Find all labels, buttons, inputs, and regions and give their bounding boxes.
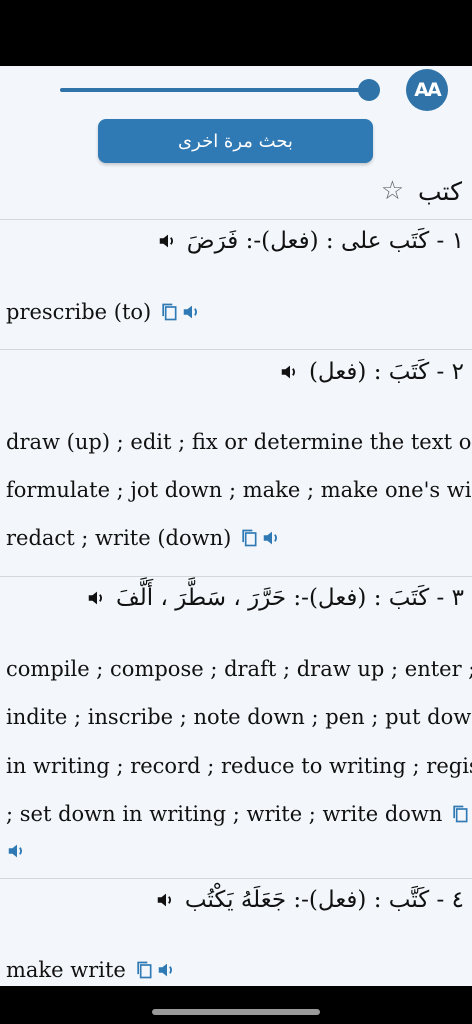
speaker-icon[interactable] — [156, 959, 178, 981]
dictionary-content[interactable]: AA بحث مرة اخرى ☆ كتب ١ - كَتَب على : (ف… — [0, 66, 472, 986]
entry-1-english-line-1: prescribe (to) — [6, 300, 152, 324]
entry-3-english-line-1: compile ; compose ; draft ; draw up ; en… — [6, 657, 472, 681]
speaker-icon[interactable] — [157, 230, 179, 252]
font-size-button[interactable]: AA — [406, 69, 448, 111]
speaker-icon[interactable] — [155, 889, 177, 911]
entry-3-english-line-2: indite ; inscribe ; note down ; pen ; pu… — [6, 705, 472, 729]
entry-2-arabic-text: ٢ - كَتَبَ : (فعل) — [308, 359, 464, 385]
entry-4-english-line-1: make write — [6, 958, 126, 982]
speaker-icon[interactable] — [279, 361, 301, 383]
entry-1-arabic-text: ١ - كَتَب على : (فعل)-: فَرَضَ — [186, 228, 464, 254]
entry-3-arabic-text: ٣ - كَتَبَ : (فعل)-: حَرَّرَ ، سَطَّرَ ،… — [115, 585, 464, 611]
copy-icon[interactable] — [239, 527, 259, 549]
entry-4-english: make write — [6, 958, 178, 982]
search-again-button[interactable]: بحث مرة اخرى — [98, 119, 373, 163]
headword-row: ☆ كتب — [381, 176, 462, 206]
entry-1-english: prescribe (to) — [6, 300, 203, 324]
speaker-icon[interactable] — [261, 527, 283, 549]
font-size-slider-thumb[interactable] — [358, 79, 380, 101]
entry-3-speaker-row — [6, 840, 28, 862]
divider — [0, 219, 472, 220]
entry-2-english-line-1: draw (up) ; edit ; fix or determine the … — [6, 430, 472, 454]
entry-2-english-line-2: formulate ; jot down ; make ; make one's… — [6, 478, 472, 502]
headword: كتب — [418, 176, 462, 206]
divider — [0, 576, 472, 577]
copy-icon[interactable] — [159, 301, 179, 323]
entry-3-english-line-3: in writing ; record ; reduce to writing … — [6, 754, 472, 778]
status-bar — [0, 0, 472, 66]
favorite-star-icon[interactable]: ☆ — [381, 176, 404, 206]
speaker-icon[interactable] — [6, 840, 28, 862]
entry-1-arabic: ١ - كَتَب على : (فعل)-: فَرَضَ — [157, 228, 464, 254]
entry-4-arabic: ٤ - كَتَّب : (فعل)-: جَعَلَهُ يَكْتُب — [155, 887, 464, 913]
entry-3-english-line-4: ; set down in writing ; write ; write do… — [6, 802, 443, 826]
entry-2-arabic: ٢ - كَتَبَ : (فعل) — [279, 359, 464, 385]
speaker-icon[interactable] — [86, 587, 108, 609]
entry-2-english: redact ; write (down) — [6, 526, 283, 550]
entry-2-english-line-3: redact ; write (down) — [6, 526, 232, 550]
home-gesture-handle[interactable] — [152, 1009, 320, 1015]
copy-icon[interactable] — [134, 959, 154, 981]
speaker-icon[interactable] — [181, 301, 203, 323]
entry-3-arabic: ٣ - كَتَبَ : (فعل)-: حَرَّرَ ، سَطَّرَ ،… — [86, 585, 464, 611]
divider — [0, 878, 472, 879]
entry-3-english: ; set down in writing ; write ; write do… — [6, 802, 470, 826]
entry-4-arabic-text: ٤ - كَتَّب : (فعل)-: جَعَلَهُ يَكْتُب — [184, 887, 464, 913]
navigation-bar — [0, 986, 472, 1024]
divider — [0, 349, 472, 350]
font-size-slider[interactable] — [60, 88, 370, 92]
copy-icon[interactable] — [450, 803, 470, 825]
